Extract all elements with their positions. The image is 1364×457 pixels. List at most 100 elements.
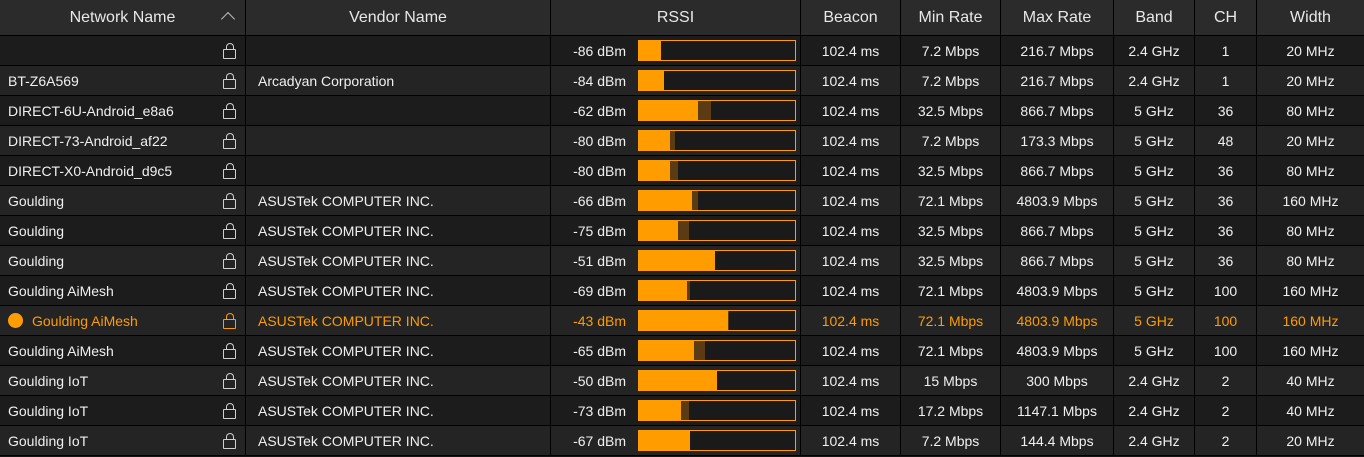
table-row[interactable]: Goulding AiMesh ASUSTek COMPUTER INC. -6… [0, 276, 1364, 306]
rssi-signal-bar [638, 190, 796, 211]
rssi-level-fill [639, 431, 691, 450]
table-row[interactable]: BT-Z6A569 Arcadyan Corporation -84 dBm 1… [0, 66, 1364, 96]
channel-width: 20 MHz [1286, 432, 1335, 449]
band: 2.4 GHz [1114, 366, 1195, 395]
min-rate: 72.1 Mbps [901, 276, 1001, 305]
channel: 2 [1195, 396, 1257, 425]
channel: 100 [1195, 276, 1257, 305]
rssi-cell: -86 dBm [551, 36, 801, 65]
table-row[interactable]: Goulding AiMesh ASUSTek COMPUTER INC. -6… [0, 336, 1364, 366]
rssi-signal-bar [638, 160, 796, 181]
column-header-width[interactable]: Width [1257, 0, 1364, 35]
rssi-value: -62 dBm [573, 102, 626, 119]
rssi-signal-bar [638, 340, 796, 361]
column-header-network-name[interactable]: Network Name [0, 0, 246, 35]
table-row[interactable]: Goulding IoT ASUSTek COMPUTER INC. -50 d… [0, 366, 1364, 396]
network-name: Goulding AiMesh [8, 282, 114, 299]
column-header-beacon[interactable]: Beacon [801, 0, 901, 35]
vendor-name: ASUSTek COMPUTER INC. [246, 246, 551, 275]
table-row[interactable]: Goulding IoT ASUSTek COMPUTER INC. -73 d… [0, 396, 1364, 426]
channel-width: 80 MHz [1286, 162, 1335, 179]
rssi-signal-bar [638, 250, 796, 271]
rssi-cell: -84 dBm [551, 66, 801, 95]
network-name-cell: BT-Z6A569 [0, 66, 246, 95]
network-name-cell: Goulding IoT [0, 396, 246, 425]
rssi-cell: -75 dBm [551, 216, 801, 245]
table-row[interactable]: Goulding ASUSTek COMPUTER INC. -75 dBm 1… [0, 216, 1364, 246]
network-name: Goulding [8, 192, 65, 209]
table-row[interactable]: -86 dBm 102.4 ms 7.2 Mbps 216.7 Mbps 2.4… [0, 36, 1364, 66]
channel-width: 20 MHz [1286, 42, 1335, 59]
max-rate: 866.7 Mbps [1001, 246, 1114, 275]
column-header-band[interactable]: Band [1114, 0, 1195, 35]
table-row[interactable]: Goulding ASUSTek COMPUTER INC. -66 dBm 1… [0, 186, 1364, 216]
band: 5 GHz [1114, 306, 1195, 335]
lock-icon [223, 43, 237, 59]
rssi-cell: -62 dBm [551, 96, 801, 125]
table-row[interactable]: Goulding IoT ASUSTek COMPUTER INC. -67 d… [0, 426, 1364, 456]
network-name-cell: DIRECT-6U-Android_e8a6 [0, 96, 246, 125]
table-row[interactable]: DIRECT-6U-Android_e8a6 -62 dBm 102.4 ms … [0, 96, 1364, 126]
beacon-interval: 102.4 ms [801, 126, 901, 155]
beacon-interval: 102.4 ms [801, 336, 901, 365]
vendor-name: ASUSTek COMPUTER INC. [246, 366, 551, 395]
rssi-cell: -66 dBm [551, 186, 801, 215]
column-header-max-rate[interactable]: Max Rate [1001, 0, 1114, 35]
table-row[interactable]: DIRECT-X0-Android_d9c5 -80 dBm 102.4 ms … [0, 156, 1364, 186]
rssi-cell: -80 dBm [551, 126, 801, 155]
band: 5 GHz [1114, 156, 1195, 185]
network-name-cell: Goulding [0, 246, 246, 275]
channel-width: 160 MHz [1282, 312, 1339, 329]
rssi-signal-bar [638, 70, 796, 91]
rssi-signal-bar [638, 220, 796, 241]
max-rate: 866.7 Mbps [1001, 96, 1114, 125]
table-row[interactable]: Goulding ASUSTek COMPUTER INC. -51 dBm 1… [0, 246, 1364, 276]
rssi-level-fill [639, 311, 728, 330]
min-rate: 7.2 Mbps [901, 66, 1001, 95]
rssi-value: -65 dBm [573, 342, 626, 359]
column-header-label: Width [1290, 8, 1331, 26]
beacon-interval: 102.4 ms [801, 186, 901, 215]
beacon-interval: 102.4 ms [801, 96, 901, 125]
channel-width: 40 MHz [1286, 372, 1335, 389]
beacon-interval: 102.4 ms [801, 396, 901, 425]
rssi-signal-bar [638, 370, 796, 391]
table-row[interactable]: DIRECT-73-Android_af22 -80 dBm 102.4 ms … [0, 126, 1364, 156]
network-name: DIRECT-X0-Android_d9c5 [8, 162, 173, 179]
lock-icon [223, 373, 237, 389]
max-rate: 4803.9 Mbps [1001, 306, 1114, 335]
channel: 1 [1195, 66, 1257, 95]
rssi-signal-bar [638, 430, 796, 451]
network-name: Goulding IoT [8, 402, 89, 419]
rssi-cell: -51 dBm [551, 246, 801, 275]
column-header-ch[interactable]: CH [1195, 0, 1257, 35]
rssi-level-fill [639, 71, 664, 90]
channel: 36 [1195, 156, 1257, 185]
column-header-vendor-name[interactable]: Vendor Name [246, 0, 551, 35]
rssi-value: -66 dBm [573, 192, 626, 209]
column-header-min-rate[interactable]: Min Rate [901, 0, 1001, 35]
max-rate: 1147.1 Mbps [1001, 396, 1114, 425]
network-name-cell: Goulding IoT [0, 366, 246, 395]
column-header-label: CH [1213, 8, 1238, 26]
lock-icon [223, 433, 237, 449]
vendor-name: Arcadyan Corporation [246, 66, 551, 95]
beacon-interval: 102.4 ms [801, 366, 901, 395]
network-name-cell: Goulding AiMesh [0, 276, 246, 305]
network-name: BT-Z6A569 [8, 72, 79, 89]
rssi-cell: -50 dBm [551, 366, 801, 395]
channel-width: 160 MHz [1282, 282, 1339, 299]
network-name-cell: DIRECT-73-Android_af22 [0, 126, 246, 155]
column-header-rssi[interactable]: RSSI [551, 0, 801, 35]
rssi-cell: -80 dBm [551, 156, 801, 185]
rssi-value: -69 dBm [573, 282, 626, 299]
column-header-label: Network Name [69, 8, 176, 26]
channel: 36 [1195, 96, 1257, 125]
channel-width: 80 MHz [1286, 222, 1335, 239]
network-name-cell: Goulding AiMesh [0, 336, 246, 365]
network-name-cell: Goulding IoT [0, 426, 246, 455]
table-row[interactable]: Goulding AiMesh ASUSTek COMPUTER INC. -4… [0, 306, 1364, 336]
rssi-signal-bar [638, 310, 796, 331]
min-rate: 17.2 Mbps [901, 396, 1001, 425]
rssi-cell: -69 dBm [551, 276, 801, 305]
